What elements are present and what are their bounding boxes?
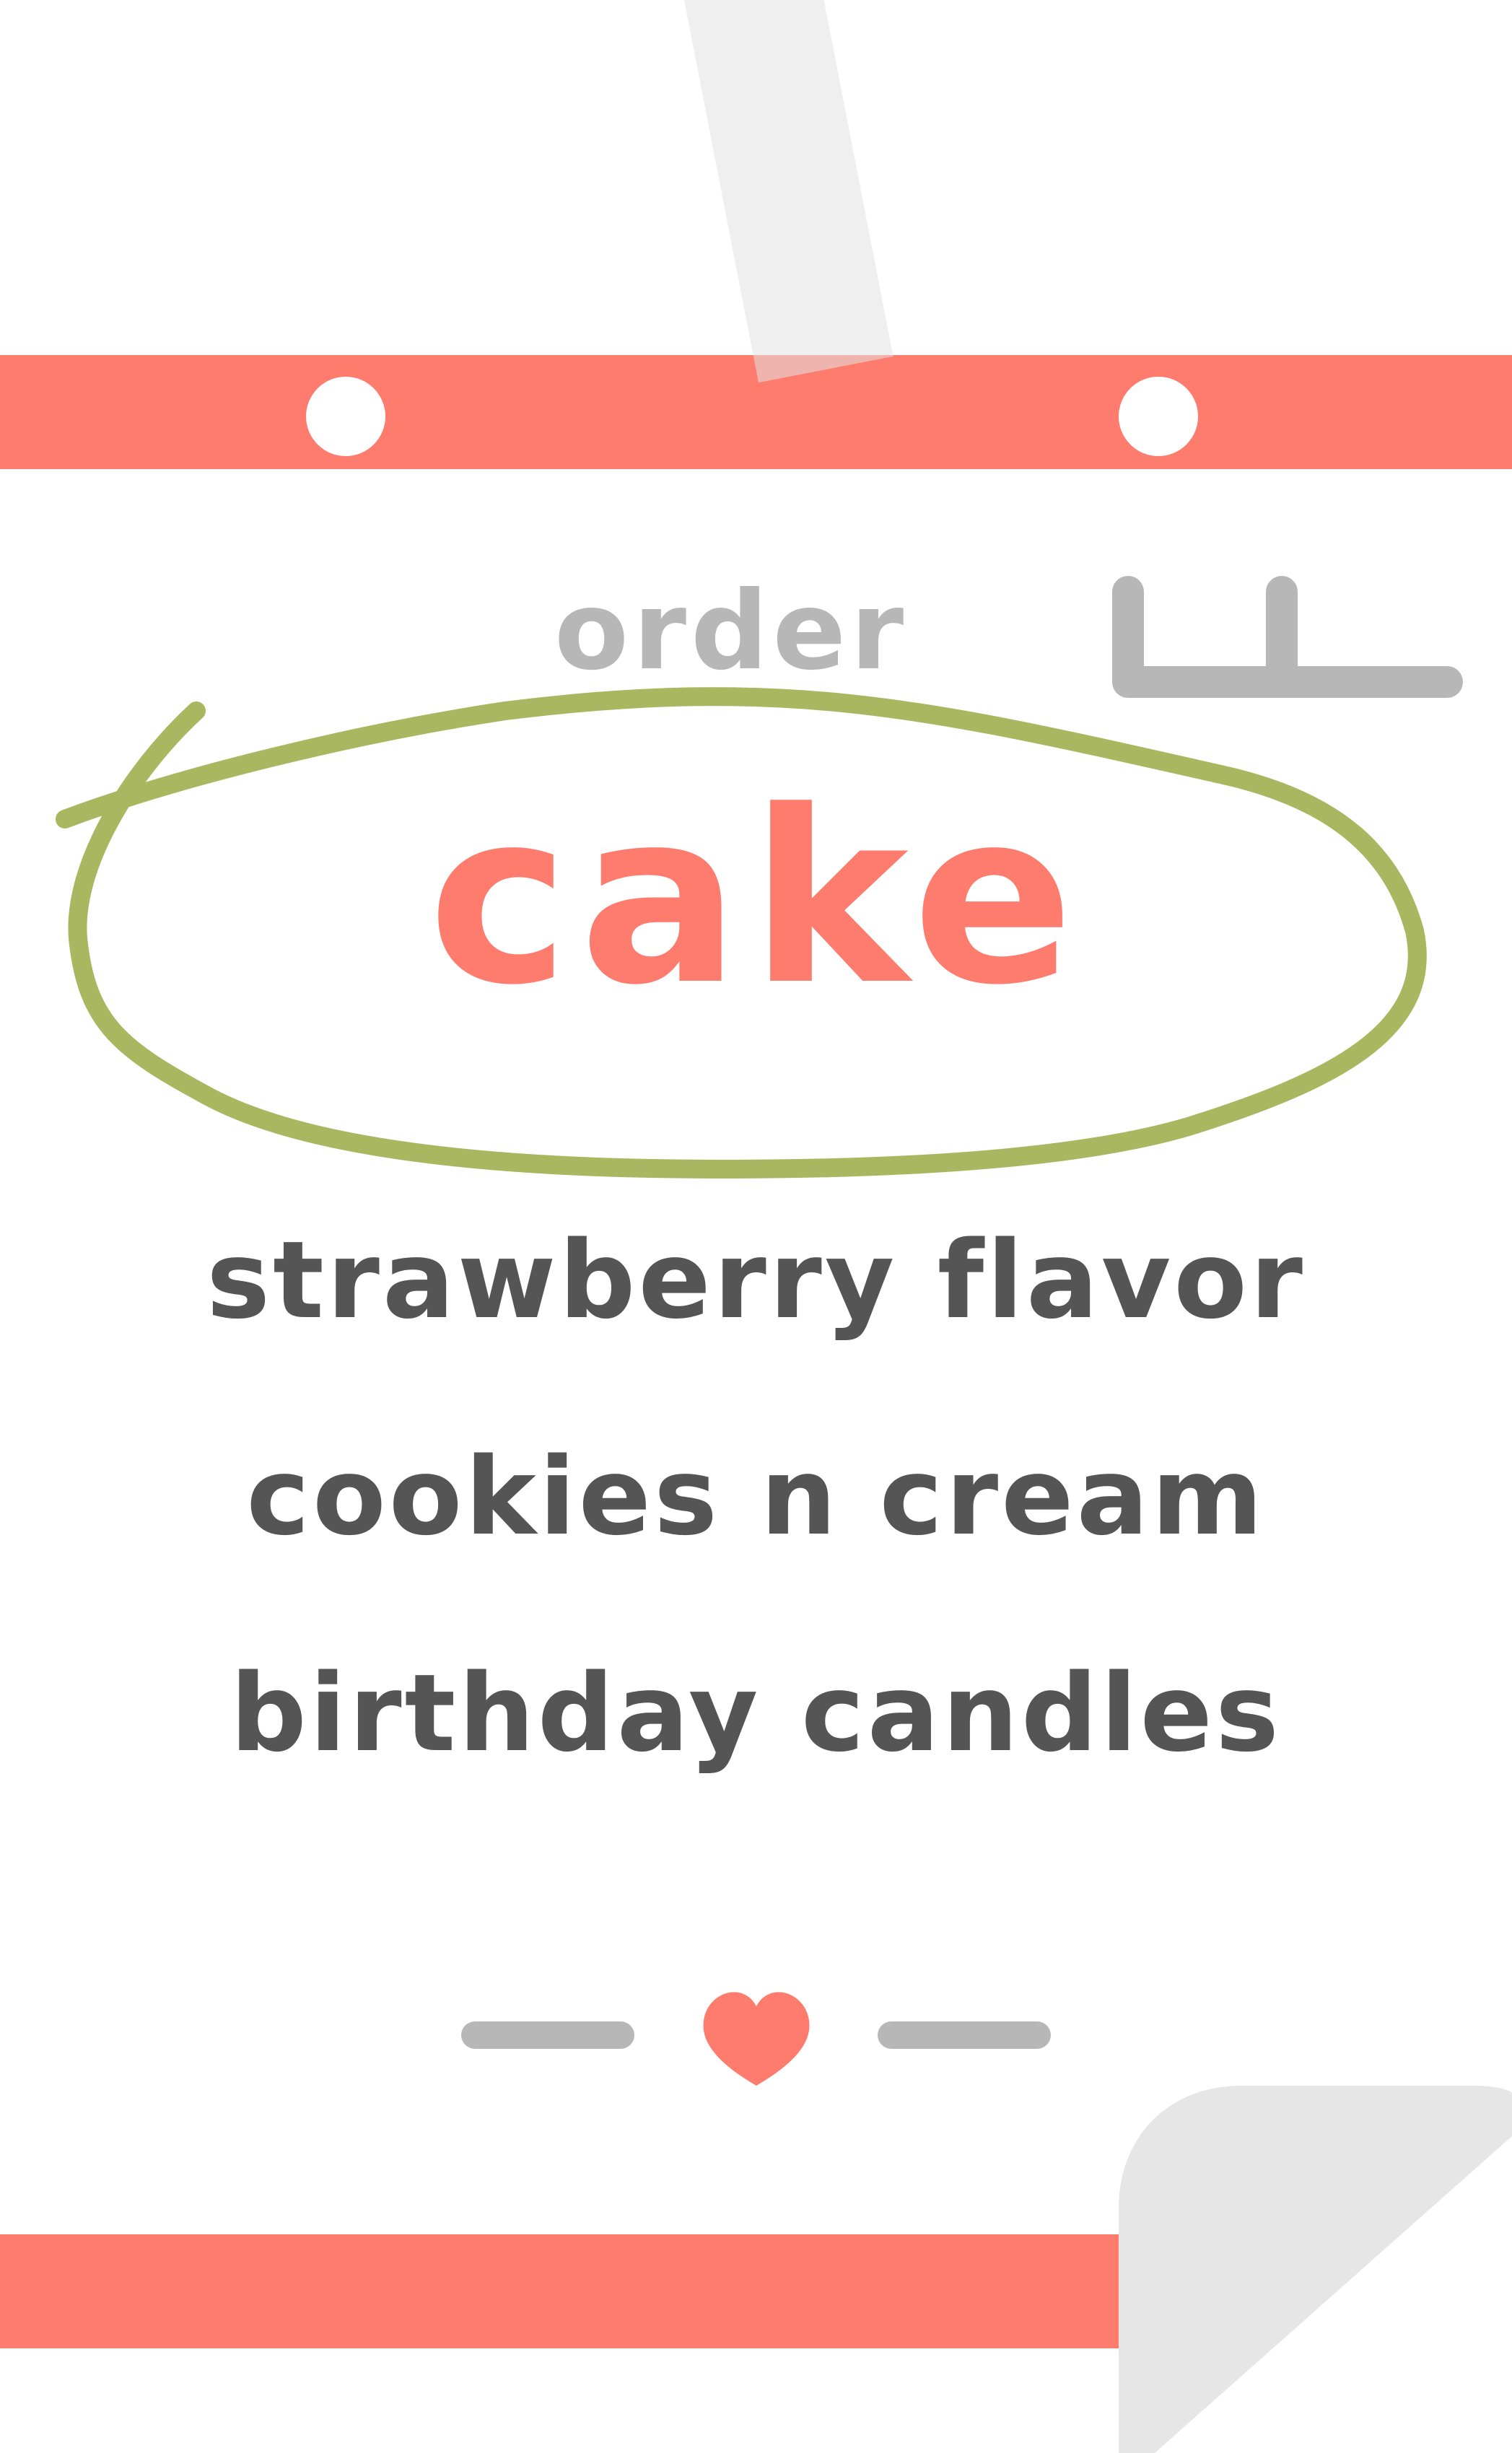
flavor-line-2: cookies n cream [246,1435,1266,1559]
bottom-band [0,2234,1119,2348]
flavor-line-3: birthday candles [230,1651,1282,1775]
order-card: order cake strawberry flavor cookies n c… [0,0,1512,2453]
page-curl-icon [1119,2086,1512,2453]
product-title: cake [428,760,1084,1037]
order-number-glyph-icon [1112,576,1463,698]
heart-icon [703,1992,810,2086]
flavor-line-1: strawberry flavor [206,1218,1306,1342]
